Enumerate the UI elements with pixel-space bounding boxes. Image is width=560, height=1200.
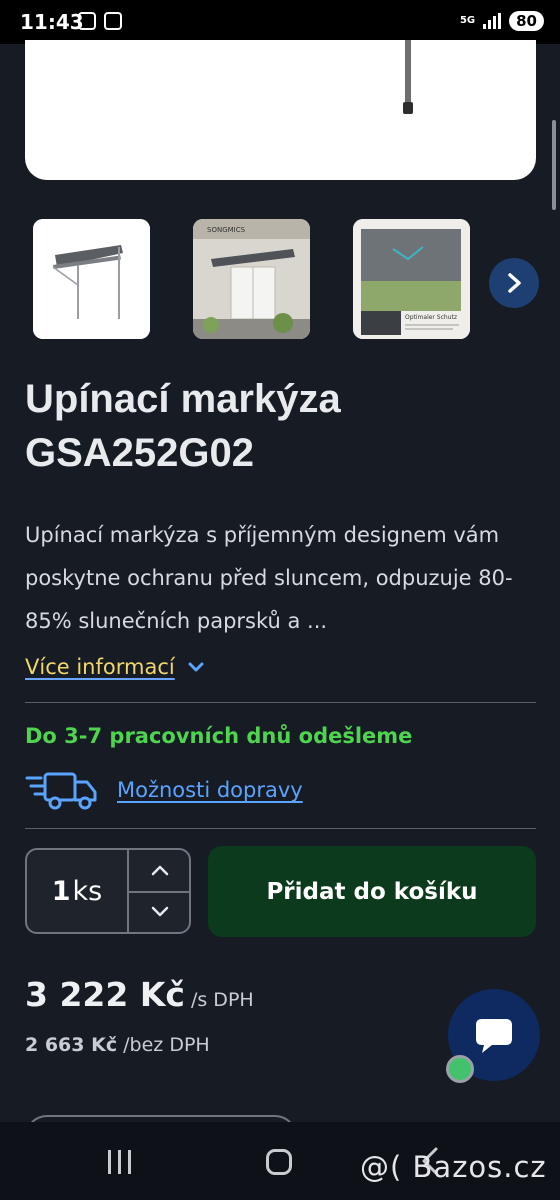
thumbnail-1[interactable] — [33, 219, 150, 339]
product-description: Upínací markýza s příjemným designem vám… — [25, 523, 513, 633]
next-thumbnail-button[interactable] — [489, 258, 539, 308]
awning-detail-image: Optimaler Schutz — [353, 219, 470, 339]
network-type: 5G — [459, 15, 476, 26]
decrease-quantity-button[interactable] — [129, 892, 191, 932]
net-price-label: /bez DPH — [123, 1034, 210, 1056]
chevron-down-icon — [151, 906, 169, 917]
thumbnail-2[interactable]: SONGMICS — [193, 219, 310, 339]
quantity-stepper[interactable]: 1 ks — [25, 848, 191, 934]
thumbnail-caption: Optimaler Schutz — [405, 314, 457, 321]
awning-pole-image — [405, 40, 411, 110]
shipping-time: Do 3-7 pracovních dnů odešleme — [25, 724, 413, 748]
signal-icon — [483, 13, 502, 29]
screenshot-icon — [104, 12, 122, 30]
status-bar: 11:43 5G 80 — [0, 0, 560, 44]
product-main-image[interactable] — [25, 40, 536, 180]
notification-icons — [78, 12, 122, 30]
thumbnail-3[interactable]: Optimaler Schutz — [353, 219, 470, 339]
chat-bubble-icon — [476, 1019, 512, 1053]
delivery-options-row[interactable]: Možnosti dopravy — [25, 770, 303, 810]
add-to-cart-button[interactable]: Přidat do košíku — [208, 846, 536, 937]
battery-indicator: 80 — [509, 11, 544, 31]
price-without-vat: 2 663 Kč /bez DPH — [25, 1034, 210, 1056]
price-vat-label: /s DPH — [190, 989, 254, 1011]
quantity-field[interactable]: 1 ks — [27, 850, 127, 932]
net-price-amount: 2 663 Kč — [25, 1034, 118, 1056]
increase-quantity-button[interactable] — [129, 850, 191, 890]
delivery-options-link[interactable]: Možnosti dopravy — [117, 778, 303, 802]
more-info-label: Více informací — [25, 655, 175, 679]
price-amount: 3 222 Kč — [25, 975, 185, 1014]
awning-pole-foot — [403, 102, 413, 114]
awning-door-image: SONGMICS — [193, 219, 310, 339]
divider — [25, 828, 536, 829]
app-notification-icon — [78, 12, 96, 30]
delivery-truck-icon — [25, 772, 97, 810]
quantity-value: 1 — [51, 875, 71, 907]
divider — [25, 702, 536, 703]
price-with-vat: 3 222 Kč /s DPH — [25, 975, 254, 1014]
product-title: Upínací markýza GSA252G02 — [25, 377, 341, 475]
online-status-dot — [446, 1055, 474, 1083]
thumbnail-brand-text: SONGMICS — [207, 226, 246, 234]
recent-apps-icon[interactable] — [108, 1150, 131, 1174]
quantity-unit: ks — [72, 875, 103, 907]
watermark: @( Bazos.cz — [360, 1150, 547, 1184]
awning-white-bg-image — [33, 219, 150, 339]
more-info-link[interactable]: Více informací — [25, 655, 205, 679]
chevron-down-icon — [188, 662, 204, 672]
status-time: 11:43 — [20, 10, 84, 34]
home-icon[interactable] — [266, 1149, 292, 1175]
page-scrollbar[interactable] — [552, 120, 556, 210]
chevron-right-icon — [508, 273, 521, 293]
chevron-up-icon — [151, 865, 169, 876]
system-icons: 5G 80 — [460, 11, 544, 31]
